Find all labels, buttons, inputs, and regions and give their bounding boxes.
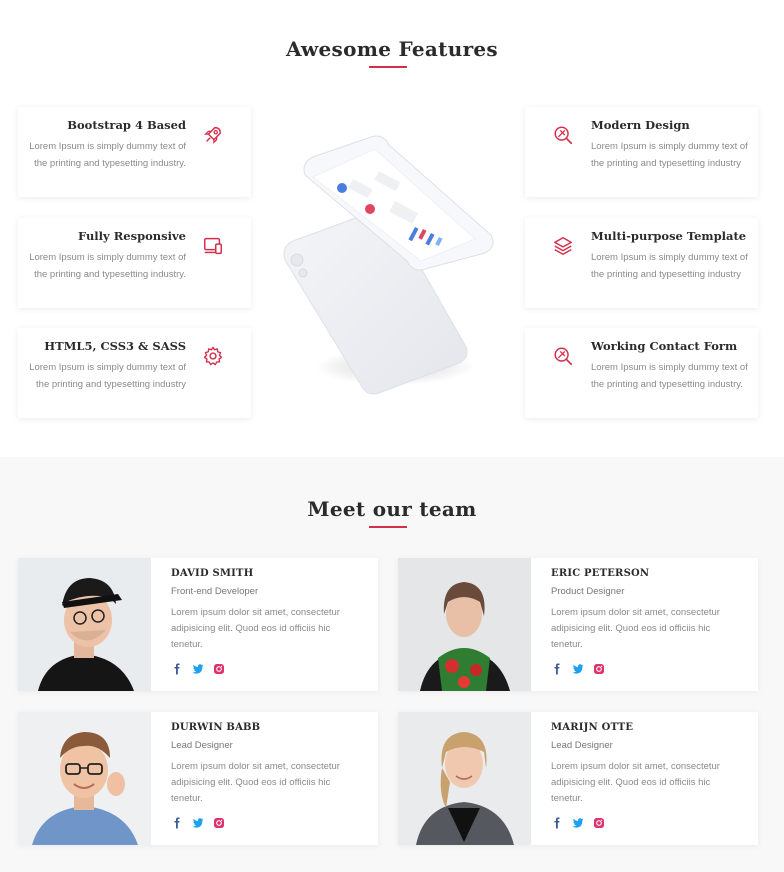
feature-title: Bootstrap 4 Based [67,118,186,132]
instagram-icon[interactable] [593,817,605,829]
devices-icon [204,237,222,255]
feature-desc: Lorem Ipsum is simply dummy text of the … [591,362,748,390]
twitter-icon[interactable] [572,663,584,675]
team-member-role: Front-end Developer [171,586,259,597]
team-card-durwin-babb: DURWIN BABB Lead Designer Lorem ipsum do… [18,712,378,845]
team-section: Meet our team DAVID SMITH Front-end Deve… [0,457,784,872]
team-member-desc: Lorem ipsum dolor sit amet, consectetur … [551,607,720,650]
twitter-icon[interactable] [192,663,204,675]
instagram-icon[interactable] [213,817,225,829]
features-title-underline [369,66,407,68]
team-member-desc: Lorem ipsum dolor sit amet, consectetur … [171,607,340,650]
feature-card-responsive: Fully Responsive Lorem Ipsum is simply d… [18,218,251,308]
social-links [171,662,225,676]
feature-desc: Lorem Ipsum is simply dummy text of the … [29,141,186,169]
feature-title: Modern Design [591,118,690,132]
feature-card-modern-design: Modern Design Lorem Ipsum is simply dumm… [525,107,758,197]
phone-mockup-image [283,135,494,395]
team-photo-durwin-babb [18,712,151,845]
feature-title: Working Contact Form [591,339,738,353]
team-card-david-smith: DAVID SMITH Front-end Developer Lorem ip… [18,558,378,691]
instagram-icon[interactable] [593,663,605,675]
facebook-icon[interactable] [551,817,563,829]
design-icon [554,347,573,366]
features-title: Awesome Features [286,37,498,61]
team-photo-marijn-otte [398,712,531,845]
social-links [171,816,225,830]
twitter-icon[interactable] [192,817,204,829]
feature-title: Multi-purpose Template [591,229,747,243]
team-member-name: ERIC PETERSON [551,568,650,579]
team-member-name: MARIJN OTTE [551,722,634,733]
team-card-marijn-otte: MARIJN OTTE Lead Designer Lorem ipsum do… [398,712,758,845]
feature-card-contact-form: Working Contact Form Lorem Ipsum is simp… [525,328,758,418]
team-title: Meet our team [307,497,477,521]
facebook-icon[interactable] [171,663,183,675]
team-card-eric-peterson: ERIC PETERSON Product Designer Lorem ips… [398,558,758,691]
feature-card-bootstrap: Bootstrap 4 Based Lorem Ipsum is simply … [18,107,251,197]
team-member-desc: Lorem ipsum dolor sit amet, consectetur … [551,761,720,804]
feature-card-html5: HTML5, CSS3 & SASS Lorem Ipsum is simply… [18,328,251,418]
twitter-icon[interactable] [572,817,584,829]
feature-title: Fully Responsive [77,229,186,243]
team-title-underline [369,526,407,528]
rocket-icon [204,126,222,144]
team-member-role: Lead Designer [551,740,613,751]
feature-title: HTML5, CSS3 & SASS [44,339,186,353]
team-member-role: Product Designer [551,586,625,597]
layers-icon [554,237,572,255]
instagram-icon[interactable] [213,663,225,675]
social-links [551,816,605,830]
feature-desc: Lorem Ipsum is simply dummy text of the … [591,141,748,169]
design-icon [554,126,573,145]
team-photo-eric-peterson [398,558,531,691]
feature-card-multipurpose: Multi-purpose Template Lorem Ipsum is si… [525,218,758,308]
facebook-icon[interactable] [551,663,563,675]
team-photo-david-smith [18,558,151,691]
team-member-role: Lead Designer [171,740,233,751]
features-section: Awesome Features Bootstrap 4 Based Lorem… [0,0,784,457]
team-member-name: DURWIN BABB [171,722,261,733]
feature-desc: Lorem Ipsum is simply dummy text of the … [29,252,186,280]
gear-icon [203,346,223,366]
team-member-name: DAVID SMITH [171,568,254,579]
feature-desc: Lorem Ipsum is simply dummy text of the … [591,252,748,280]
facebook-icon[interactable] [171,817,183,829]
team-member-desc: Lorem ipsum dolor sit amet, consectetur … [171,761,340,804]
feature-desc: Lorem Ipsum is simply dummy text of the … [29,362,186,390]
social-links [551,662,605,676]
